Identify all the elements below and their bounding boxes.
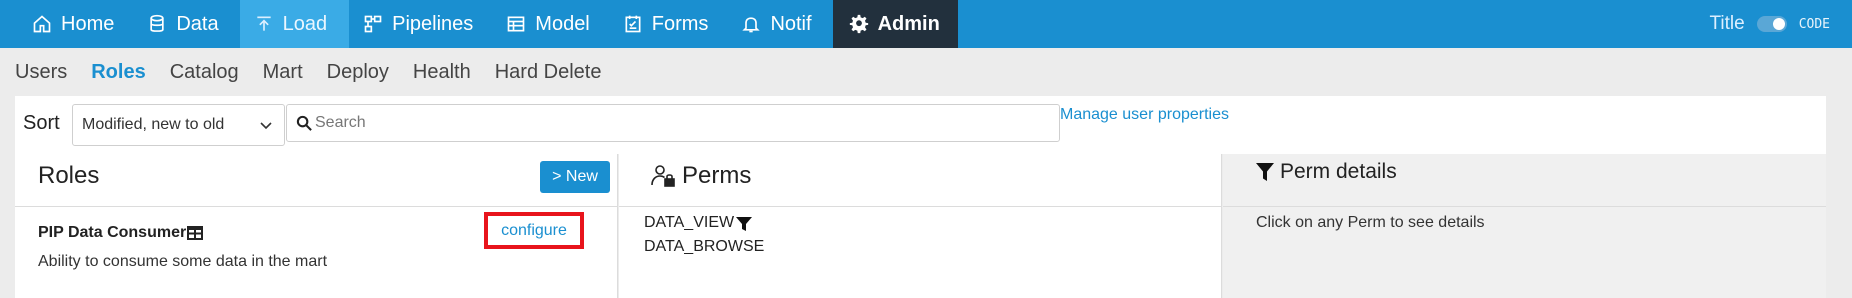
gear-icon xyxy=(849,14,868,34)
perm-item[interactable]: DATA_BROWSE xyxy=(644,238,764,256)
nav-pipelines-label: Pipelines xyxy=(392,12,474,35)
upload-icon xyxy=(256,16,271,31)
user-lock-icon xyxy=(651,165,675,187)
filter-icon xyxy=(1256,163,1274,181)
perm-item[interactable]: DATA_VIEW xyxy=(644,214,734,232)
nav-pipelines[interactable]: Pipelines xyxy=(349,0,494,48)
sort-select-value: Modified, new to old xyxy=(82,116,225,133)
new-role-button[interactable]: > New xyxy=(540,161,610,193)
nav-forms-label: Forms xyxy=(651,12,709,35)
nav-model[interactable]: Model xyxy=(494,0,610,48)
configure-role-link[interactable]: configure xyxy=(484,212,584,249)
perm-details-hint: Click on any Perm to see details xyxy=(1256,214,1485,231)
role-description: Ability to consume some data in the mart xyxy=(38,253,328,270)
top-navbar: Home Data Load Pipelines Model Forms Not… xyxy=(0,0,1852,48)
nav-load[interactable]: Load xyxy=(239,0,350,48)
perm-details-panel: Perm details Click on any Perm to see de… xyxy=(1223,154,1826,298)
roles-panel-header: Roles > New xyxy=(15,154,617,207)
title-code-toggle[interactable] xyxy=(1756,16,1787,32)
perm-details-title: Perm details xyxy=(1280,160,1397,183)
nav-data[interactable]: Data xyxy=(135,0,239,48)
subnav-hard-delete[interactable]: Hard Delete xyxy=(495,61,602,84)
table-icon xyxy=(187,226,203,240)
nav-forms[interactable]: Forms xyxy=(611,0,730,48)
subnav-health[interactable]: Health xyxy=(413,61,471,84)
subnav-catalog[interactable]: Catalog xyxy=(170,61,239,84)
perm-details-header: Perm details xyxy=(1223,154,1826,207)
nav-notif-label: Notif xyxy=(770,12,812,35)
pipelines-icon xyxy=(364,15,382,33)
nav-load-label: Load xyxy=(282,12,328,35)
subnav-roles[interactable]: Roles xyxy=(91,61,145,84)
database-icon xyxy=(150,14,165,32)
nav-model-label: Model xyxy=(535,12,590,35)
manage-user-properties-link[interactable]: Manage user properties xyxy=(1060,106,1229,124)
nav-home[interactable]: Home xyxy=(0,0,135,48)
view-toggle-group: Title CODE xyxy=(1709,0,1830,48)
subnav-users[interactable]: Users xyxy=(15,61,67,84)
search-icon xyxy=(296,115,312,131)
perms-panel-header: Perms xyxy=(619,154,1221,207)
roles-toolbar: Sort Modified, new to old Manage user pr… xyxy=(15,96,1826,154)
subnav-deploy[interactable]: Deploy xyxy=(327,61,389,84)
nav-admin[interactable]: Admin xyxy=(832,0,958,48)
sort-label: Sort xyxy=(23,112,60,134)
title-toggle-label: Title xyxy=(1709,13,1745,34)
search-input[interactable] xyxy=(315,110,1045,136)
forms-icon xyxy=(625,15,641,33)
search-field xyxy=(286,104,1060,142)
filter-icon[interactable] xyxy=(736,216,752,232)
admin-subnav: Users Roles Catalog Mart Deploy Health H… xyxy=(0,48,1852,96)
home-icon xyxy=(33,15,51,33)
nav-admin-label: Admin xyxy=(877,12,940,35)
nav-notif[interactable]: Notif xyxy=(729,0,832,48)
chevron-down-icon xyxy=(260,122,272,130)
model-icon xyxy=(507,16,525,32)
role-name[interactable]: PIP Data Consumer xyxy=(38,224,186,242)
roles-title: Roles xyxy=(38,162,100,189)
bell-icon xyxy=(742,17,761,33)
subnav-mart[interactable]: Mart xyxy=(263,61,303,84)
perms-title: Perms xyxy=(682,162,752,189)
perms-panel: Perms DATA_VIEW DATA_BROWSE xyxy=(619,154,1222,298)
nav-data-label: Data xyxy=(176,12,219,35)
nav-home-label: Home xyxy=(61,12,115,35)
code-toggle-label: CODE xyxy=(1798,16,1830,32)
roles-panel: Roles > New PIP Data Consumer Ability to… xyxy=(15,154,618,298)
sort-select[interactable]: Modified, new to old xyxy=(72,104,285,146)
